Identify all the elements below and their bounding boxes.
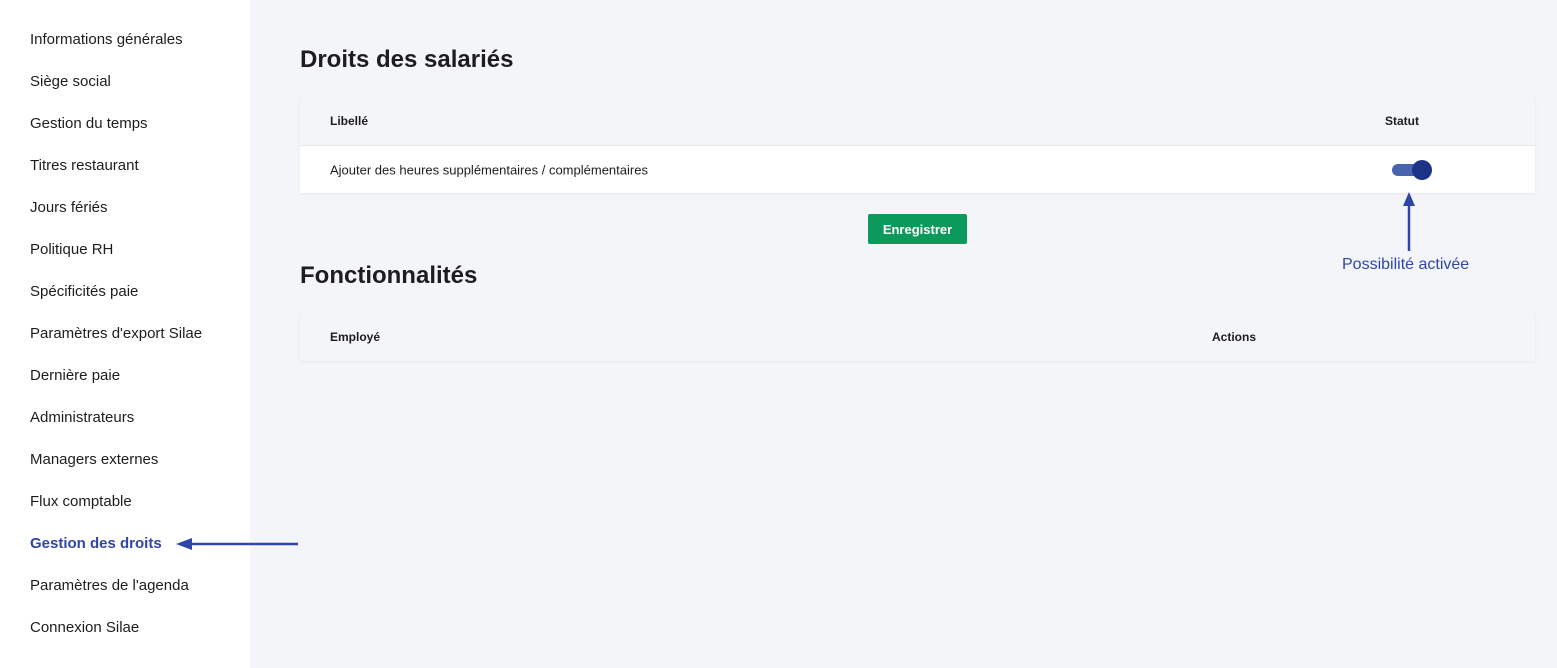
overtime-right-toggle[interactable] <box>1392 159 1432 180</box>
sidebar-menu: Informations générales Siège social Gest… <box>30 19 202 649</box>
sidebar: Informations générales Siège social Gest… <box>0 0 250 668</box>
sidebar-item-politique-rh[interactable]: Politique RH <box>30 229 202 271</box>
features-table: Employé Actions <box>300 313 1535 361</box>
sidebar-item-managers-externes[interactable]: Managers externes <box>30 439 202 481</box>
features-section-title: Fonctionnalités <box>300 262 478 289</box>
sidebar-item-connexion-silae[interactable]: Connexion Silae <box>30 607 202 649</box>
rights-table-header: Libellé Statut <box>300 97 1535 146</box>
right-label: Ajouter des heures supplémentaires / com… <box>330 162 648 177</box>
main-content: Droits des salariés Libellé Statut Ajout… <box>250 0 1557 668</box>
column-header-label: Libellé <box>330 114 369 128</box>
annotation-label: Possibilité activée <box>1342 256 1470 273</box>
sidebar-item-administrateurs[interactable]: Administrateurs <box>30 397 202 439</box>
sidebar-item-informations-generales[interactable]: Informations générales <box>30 19 202 61</box>
toggle-knob <box>1412 159 1432 180</box>
sidebar-item-parametres-agenda[interactable]: Paramètres de l'agenda <box>30 565 202 607</box>
features-table-header: Employé Actions <box>300 313 1535 361</box>
column-header-status: Statut <box>1385 114 1419 128</box>
column-header-employee: Employé <box>330 330 381 344</box>
sidebar-item-derniere-paie[interactable]: Dernière paie <box>30 355 202 397</box>
sidebar-item-specificites-paie[interactable]: Spécificités paie <box>30 271 202 313</box>
sidebar-item-titres-restaurant[interactable]: Titres restaurant <box>30 145 202 187</box>
sidebar-item-siege-social[interactable]: Siège social <box>30 61 202 103</box>
sidebar-item-jours-feries[interactable]: Jours fériés <box>30 187 202 229</box>
column-header-actions: Actions <box>1212 330 1257 344</box>
sidebar-item-parametres-export-silae[interactable]: Paramètres d'export Silae <box>30 313 202 355</box>
sidebar-item-gestion-du-temps[interactable]: Gestion du temps <box>30 103 202 145</box>
rights-table: Libellé Statut Ajouter des heures supplé… <box>300 97 1535 193</box>
rights-section-title: Droits des salariés <box>300 46 514 73</box>
table-row: Ajouter des heures supplémentaires / com… <box>300 146 1535 193</box>
save-button[interactable]: Enregistrer <box>868 214 967 244</box>
sidebar-item-flux-comptable[interactable]: Flux comptable <box>30 481 202 523</box>
sidebar-item-gestion-des-droits[interactable]: Gestion des droits <box>30 523 202 565</box>
